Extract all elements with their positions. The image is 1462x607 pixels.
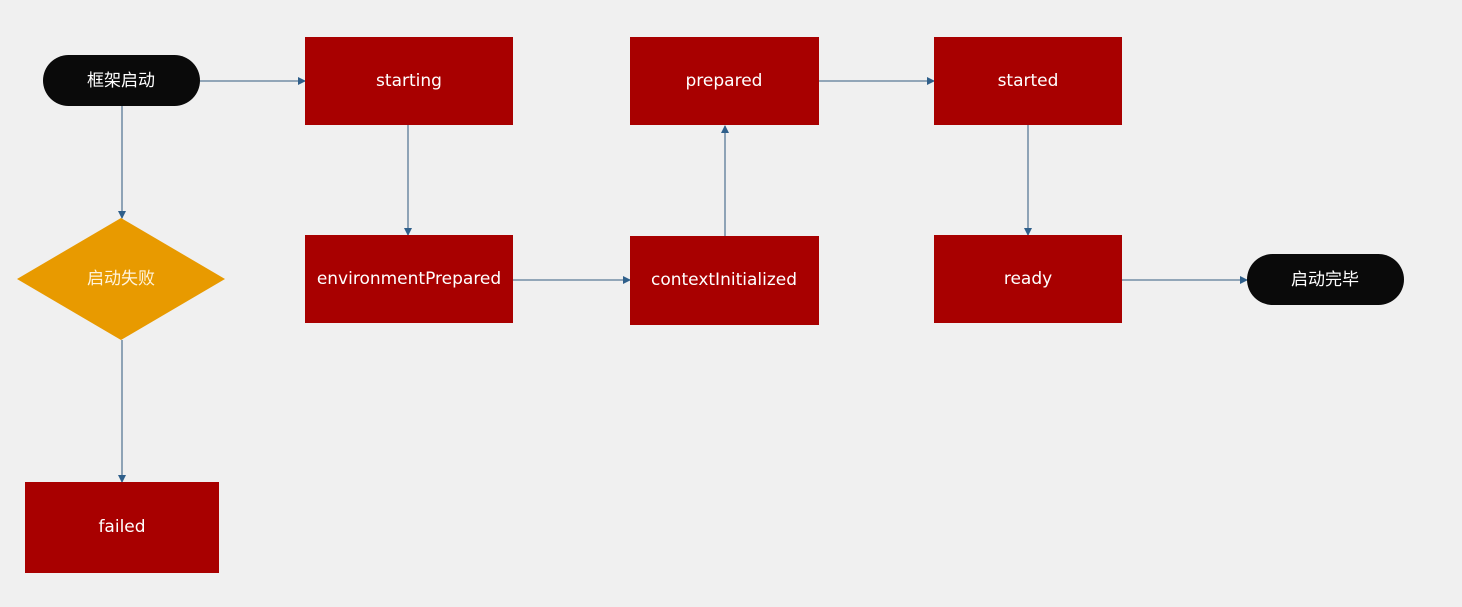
node-label: started (998, 71, 1059, 91)
node-prepared[interactable]: prepared (630, 37, 819, 125)
node-startup-failed[interactable]: 启动失败 (17, 218, 225, 340)
node-startup-complete[interactable]: 启动完毕 (1247, 254, 1404, 305)
node-label: contextInitialized (651, 270, 797, 290)
node-label: 启动失败 (87, 269, 155, 289)
node-label: 框架启动 (87, 71, 155, 91)
node-label: environmentPrepared (317, 269, 501, 289)
node-label: failed (98, 517, 145, 537)
node-label: starting (376, 71, 442, 91)
startup-flowchart: 框架启动 starting environmentPrepared contex… (17, 37, 1404, 573)
node-failed[interactable]: failed (25, 482, 219, 573)
node-label: 启动完毕 (1291, 270, 1359, 290)
node-framework-start[interactable]: 框架启动 (43, 55, 200, 106)
node-ready[interactable]: ready (934, 235, 1122, 323)
node-starting[interactable]: starting (305, 37, 513, 125)
node-environment-prepared[interactable]: environmentPrepared (305, 235, 513, 323)
node-label: prepared (686, 71, 763, 91)
node-context-initialized[interactable]: contextInitialized (630, 236, 819, 325)
node-label: ready (1004, 269, 1052, 289)
node-started[interactable]: started (934, 37, 1122, 125)
